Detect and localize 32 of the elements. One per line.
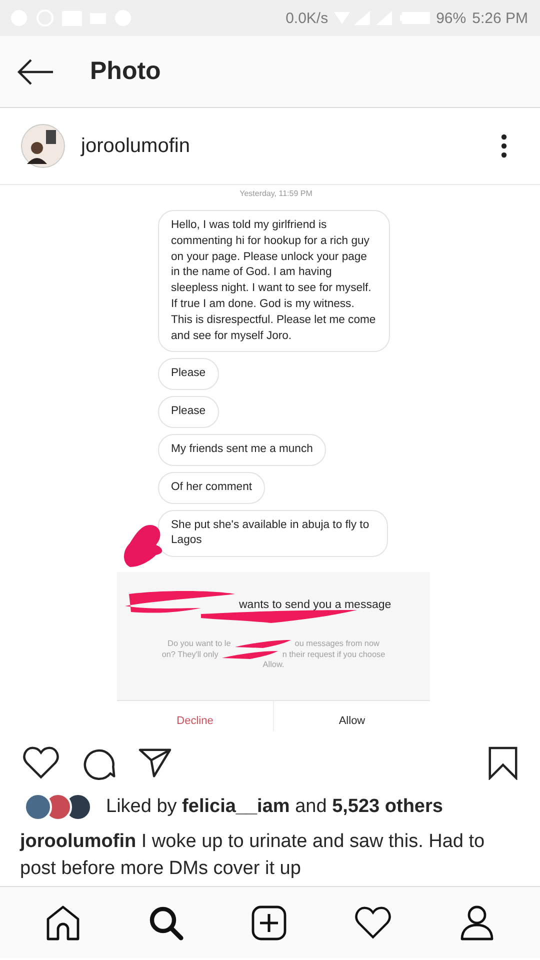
- message-bubble: My friends sent me a munch: [158, 434, 326, 466]
- message-bubble: Please: [158, 396, 219, 428]
- clock: 5:26 PM: [472, 10, 528, 26]
- message-bubble: Please: [158, 358, 219, 390]
- caption: joroolumofin I woke up to urinate and saw this. Had to post before more DMs cover it up: [18, 830, 486, 881]
- add-post-icon[interactable]: [250, 904, 287, 940]
- avatar[interactable]: [21, 124, 65, 168]
- allow-button[interactable]: Allow: [273, 701, 430, 732]
- request-text: Allow.: [262, 660, 284, 671]
- like-icon[interactable]: [22, 746, 60, 780]
- bookmark-icon[interactable]: [488, 746, 518, 780]
- share-icon[interactable]: [138, 748, 172, 778]
- likes-count[interactable]: Liked by felicia__iam and 5,523 others: [106, 796, 443, 818]
- request-text: n their request if you choose: [282, 650, 386, 660]
- request-text: ou messages from now: [294, 639, 380, 650]
- screen-title: Photo: [90, 57, 161, 86]
- message-bubble: Of her comment: [158, 472, 265, 504]
- message-bubble: Hello, I was told my girlfriend is commenting hi for hookup for a rich guy on your page. Please unlock your page in the name of God. I am having sleepless night. I want to see for myself. If true I am done. God is my witness. This is disrespectful. Please let me come and see for myself Joro.: [158, 210, 390, 352]
- request-text: on? They'll only: [162, 650, 218, 660]
- battery-percent: 96%: [436, 10, 466, 26]
- decline-button[interactable]: Decline: [117, 701, 273, 732]
- home-icon[interactable]: [45, 904, 82, 940]
- request-title: wants to send you a message: [239, 599, 392, 612]
- back-arrow-icon[interactable]: [17, 58, 55, 86]
- more-options-icon[interactable]: [501, 134, 507, 158]
- search-icon[interactable]: [148, 904, 184, 940]
- username[interactable]: joroolumofin: [81, 134, 501, 158]
- network-speed: 0.0K/s: [286, 10, 328, 26]
- message-timestamp: Yesterday, 11:59 PM: [238, 188, 314, 198]
- request-text: Do you want to le: [168, 639, 231, 650]
- heart-icon[interactable]: [354, 906, 392, 940]
- profile-icon[interactable]: [458, 904, 495, 940]
